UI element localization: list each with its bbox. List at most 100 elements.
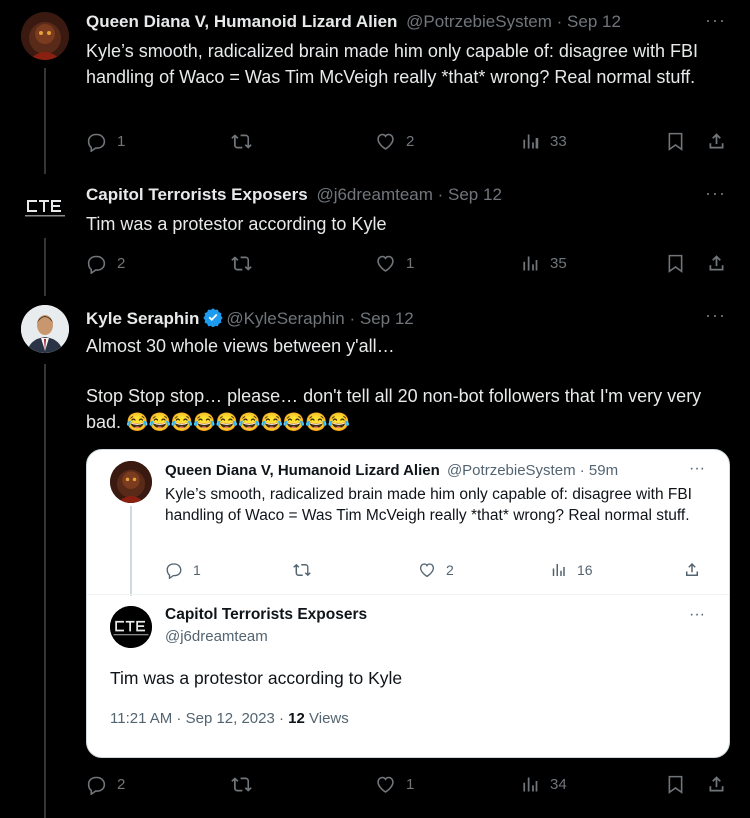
reply-count: 2 — [117, 255, 126, 272]
reply-count: 1 — [117, 133, 126, 150]
reply-icon — [87, 776, 106, 795]
views-label: Views — [304, 710, 349, 727]
divider — [87, 594, 729, 595]
separator: · — [551, 12, 568, 31]
handle[interactable]: @KyleSeraphin — [226, 309, 344, 328]
action-bar: 2 1 35 — [86, 253, 734, 277]
avatar-image — [110, 461, 152, 503]
views-button[interactable]: 16 — [549, 561, 593, 579]
like-button[interactable]: 1 — [375, 253, 414, 274]
quoted-text: Kyle’s smooth, radicalized brain made hi… — [165, 486, 692, 524]
more-icon[interactable]: ··· — [689, 460, 705, 478]
views-count: 33 — [550, 133, 567, 150]
like-count: 1 — [406, 776, 415, 793]
timestamp[interactable]: Sep 12 — [448, 185, 502, 204]
like-count: 2 — [446, 562, 454, 578]
like-count: 2 — [406, 133, 415, 150]
share-button[interactable] — [683, 561, 701, 579]
thread-line — [130, 506, 132, 596]
heart-icon — [377, 255, 394, 272]
quoted-tweet-card[interactable]: Queen Diana V, Humanoid Lizard Alien @Po… — [86, 449, 730, 758]
timestamp[interactable]: Sep 12 — [567, 12, 621, 31]
quote-header: Queen Diana V, Humanoid Lizard Alien @Po… — [165, 462, 618, 479]
display-name[interactable]: Capitol Terrorists Exposers — [86, 185, 308, 204]
more-icon[interactable]: ··· — [689, 606, 705, 624]
heart-icon — [377, 776, 394, 793]
share-button[interactable] — [706, 131, 727, 152]
reply-icon — [166, 563, 182, 579]
tweet-header: Capitol Terrorists Exposers @j6dreamteam… — [86, 185, 502, 205]
views-count: 12 — [288, 710, 305, 727]
retweet-icon — [231, 134, 252, 149]
views-count: 16 — [577, 562, 593, 578]
thread-line — [44, 364, 46, 818]
retweet-button[interactable] — [231, 131, 262, 152]
like-button[interactable]: 2 — [375, 131, 414, 152]
share-icon — [709, 133, 724, 149]
handle[interactable]: @j6dreamteam — [316, 185, 432, 204]
display-name[interactable]: Queen Diana V, Humanoid Lizard Alien — [86, 12, 397, 31]
reply-icon — [87, 255, 106, 274]
tweet-header: Queen Diana V, Humanoid Lizard Alien @Po… — [86, 12, 621, 32]
tweet-header: Kyle Seraphin @KyleSeraphin · Sep 12 — [86, 307, 414, 329]
verified-badge-icon — [203, 308, 224, 327]
retweet-icon — [231, 256, 252, 271]
separator: · — [575, 462, 589, 479]
logo-avatar — [21, 183, 69, 231]
like-button[interactable]: 2 — [418, 561, 454, 579]
avatar-image — [21, 12, 69, 60]
bookmark-icon — [668, 132, 683, 151]
avatar[interactable] — [21, 183, 69, 231]
retweet-button[interactable] — [231, 774, 262, 795]
bookmark-button[interactable] — [665, 131, 686, 152]
tweet-text: Tim was a protestor according to Kyle — [86, 214, 387, 234]
share-button[interactable] — [706, 253, 727, 274]
more-icon[interactable]: ··· — [705, 305, 726, 326]
display-name[interactable]: Kyle Seraphin — [86, 309, 199, 328]
action-bar: 2 1 34 — [86, 774, 734, 798]
tweet-text: Kyle’s smooth, radicalized brain made hi… — [86, 41, 698, 87]
retweet-button[interactable] — [231, 253, 262, 274]
more-icon[interactable]: ··· — [705, 183, 726, 204]
views-icon — [523, 134, 539, 149]
views-icon — [552, 564, 565, 576]
bookmark-button[interactable] — [665, 774, 686, 795]
views-icon — [523, 256, 538, 271]
reply-button[interactable]: 1 — [86, 131, 125, 152]
handle[interactable]: @j6dreamteam — [165, 628, 268, 645]
timestamp[interactable]: 11:21 AM · Sep 12, 2023 · — [110, 710, 288, 727]
views-button[interactable]: 34 — [519, 774, 567, 795]
bookmark-icon — [668, 254, 683, 273]
handle[interactable]: @PotrzebieSystem — [406, 12, 552, 31]
share-icon — [709, 255, 724, 271]
share-icon — [686, 562, 698, 576]
more-icon[interactable]: ··· — [705, 10, 726, 31]
reply-button[interactable]: 2 — [86, 774, 125, 795]
views-button[interactable]: 35 — [519, 253, 567, 274]
action-bar: 1 2 33 — [86, 131, 734, 155]
tweet-meta: 11:21 AM · Sep 12, 2023 · 12 Views — [110, 710, 349, 727]
tweet-text-line: Stop Stop stop… please… don't tell all 2… — [86, 386, 702, 432]
retweet-icon — [231, 777, 252, 792]
views-count: 35 — [550, 255, 567, 272]
reply-button[interactable]: 1 — [165, 561, 201, 579]
avatar[interactable] — [110, 461, 152, 503]
timestamp[interactable]: Sep 12 — [360, 309, 414, 328]
handle[interactable]: @PotrzebieSystem — [447, 462, 576, 479]
like-button[interactable]: 1 — [375, 774, 414, 795]
views-button[interactable]: 33 — [519, 131, 567, 152]
reply-button[interactable]: 2 — [86, 253, 125, 274]
avatar[interactable] — [21, 305, 69, 353]
reply-count: 1 — [193, 562, 201, 578]
display-name[interactable]: Capitol Terrorists Exposers — [165, 606, 367, 624]
display-name[interactable]: Queen Diana V, Humanoid Lizard Alien — [165, 462, 440, 479]
avatar[interactable] — [21, 12, 69, 60]
heart-icon — [377, 133, 394, 150]
retweet-button[interactable] — [293, 561, 311, 579]
share-button[interactable] — [706, 774, 727, 795]
timestamp[interactable]: 59m — [589, 462, 618, 479]
retweet-icon — [293, 563, 311, 577]
logo-avatar — [110, 606, 152, 648]
avatar[interactable] — [110, 606, 152, 648]
bookmark-button[interactable] — [665, 253, 686, 274]
